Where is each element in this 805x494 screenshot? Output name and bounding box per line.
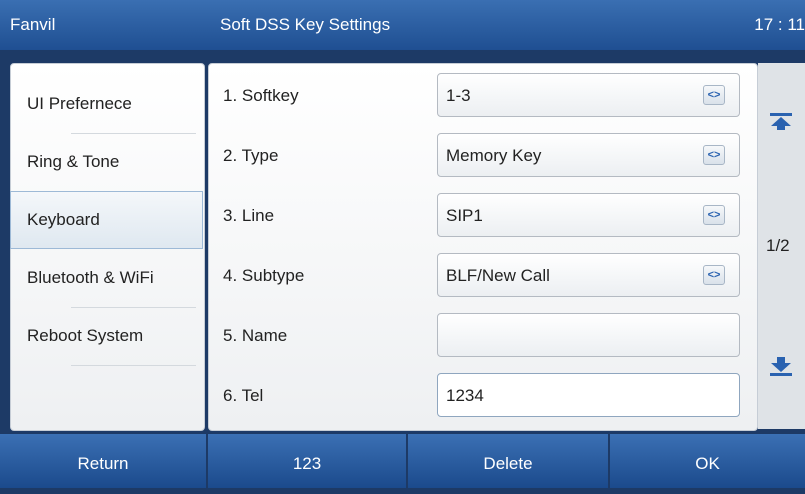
tel-input[interactable]: 1234 xyxy=(437,373,740,417)
sidebar-item-ui-preference[interactable]: UI Prefernece xyxy=(11,76,204,134)
left-right-arrows-icon[interactable]: <> xyxy=(703,145,725,165)
title-bar: Fanvil Soft DSS Key Settings 17 : 11 xyxy=(0,0,805,50)
field-value: BLF/New Call xyxy=(446,266,550,285)
softkey-select[interactable]: 1-3 <> xyxy=(437,73,740,117)
field-value: Memory Key xyxy=(446,146,542,165)
sidebar-item-keyboard[interactable]: Keyboard xyxy=(10,191,203,249)
sidebar-item-label: Reboot System xyxy=(27,326,144,345)
page-title: Soft DSS Key Settings xyxy=(220,15,391,34)
field-label: 3. Line xyxy=(223,206,275,225)
field-label: 1. Softkey xyxy=(223,86,299,105)
field-value: SIP1 xyxy=(446,206,483,225)
form-row-line: 3. Line SIP1 <> xyxy=(209,184,757,244)
form-row-tel: 6. Tel 1234 xyxy=(209,364,757,424)
left-right-arrows-icon[interactable]: <> xyxy=(703,205,725,225)
settings-form: 1. Softkey 1-3 <> 2. Type Memory Key <> … xyxy=(208,63,758,431)
form-row-type: 2. Type Memory Key <> xyxy=(209,124,757,184)
field-value: 1-3 xyxy=(446,86,471,105)
subtype-select[interactable]: BLF/New Call <> xyxy=(437,253,740,297)
form-row-subtype: 4. Subtype BLF/New Call <> xyxy=(209,244,757,304)
delete-button[interactable]: Delete xyxy=(408,434,608,488)
divider xyxy=(71,365,196,366)
sidebar-item-label: UI Prefernece xyxy=(27,94,132,113)
page-scrollbar: 1/2 xyxy=(758,63,805,429)
ok-button[interactable]: OK xyxy=(610,434,805,488)
form-row-softkey: 1. Softkey 1-3 <> xyxy=(209,64,757,124)
page-indicator: 1/2 xyxy=(766,236,790,255)
sidebar-item-label: Keyboard xyxy=(27,210,100,229)
scroll-bottom-icon[interactable] xyxy=(768,355,794,377)
settings-sidebar: UI Prefernece Ring & Tone Keyboard Bluet… xyxy=(10,63,205,431)
left-right-arrows-icon[interactable]: <> xyxy=(703,265,725,285)
softkey-bar: Return 123 Delete OK xyxy=(0,434,805,488)
name-input[interactable] xyxy=(437,313,740,357)
left-right-arrows-icon[interactable]: <> xyxy=(703,85,725,105)
brand-label: Fanvil xyxy=(10,15,56,34)
scroll-top-icon[interactable] xyxy=(768,111,794,131)
type-select[interactable]: Memory Key <> xyxy=(437,133,740,177)
input-mode-button[interactable]: 123 xyxy=(208,434,406,488)
field-label: 5. Name xyxy=(223,326,288,345)
field-label: 6. Tel xyxy=(223,386,264,405)
field-label: 4. Subtype xyxy=(223,266,305,285)
form-row-name: 5. Name xyxy=(209,304,757,364)
sidebar-item-bluetooth-wifi[interactable]: Bluetooth & WiFi xyxy=(11,250,204,308)
field-label: 2. Type xyxy=(223,146,279,165)
sidebar-item-ring-tone[interactable]: Ring & Tone xyxy=(11,134,204,192)
sidebar-item-label: Bluetooth & WiFi xyxy=(27,268,154,287)
sidebar-item-reboot-system[interactable]: Reboot System xyxy=(11,308,204,366)
line-select[interactable]: SIP1 <> xyxy=(437,193,740,237)
sidebar-item-label: Ring & Tone xyxy=(27,152,120,171)
field-value: 1234 xyxy=(446,386,484,405)
clock: 17 : 11 xyxy=(754,15,805,34)
return-button[interactable]: Return xyxy=(0,434,206,488)
